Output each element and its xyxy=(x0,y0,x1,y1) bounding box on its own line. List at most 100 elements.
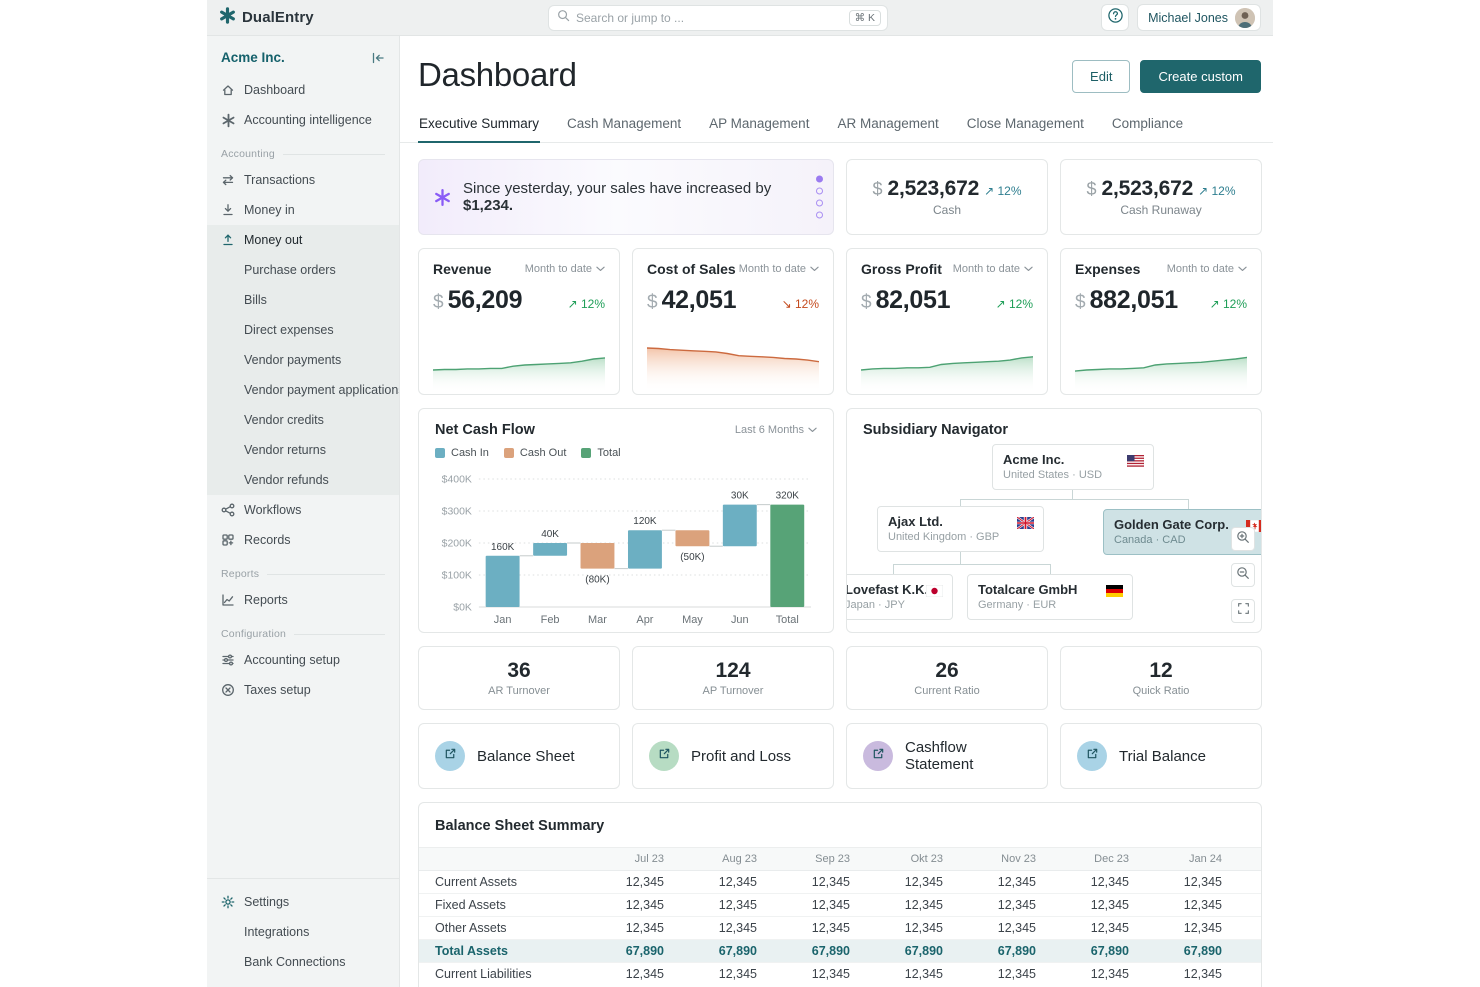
fullscreen-button[interactable] xyxy=(1231,599,1255,623)
period-selector[interactable]: Month to date xyxy=(739,263,819,275)
kpi-card-cash-runaway: $2,523,672↗ 12%Cash Runaway xyxy=(1060,159,1262,235)
metric-delta: ↘ 12% xyxy=(782,297,819,311)
balance-sheet-summary-title: Balance Sheet Summary xyxy=(419,803,1261,847)
sidebar-nav: DashboardAccounting intelligence Accounti… xyxy=(207,75,399,878)
sales-insight-banner: Since yesterday, your sales have increas… xyxy=(418,159,834,235)
org-connector xyxy=(960,552,961,564)
edit-button[interactable]: Edit xyxy=(1072,60,1130,93)
sidebar-section-configuration: Configuration xyxy=(207,623,399,645)
ratio-value: 124 xyxy=(715,659,750,683)
sidebar-item-workflows[interactable]: Workflows xyxy=(207,495,399,525)
external-link-icon xyxy=(872,747,885,765)
cell-value: 12,345 xyxy=(1240,871,1261,894)
create-custom-button[interactable]: Create custom xyxy=(1140,60,1261,93)
sidebar-item-accounting-setup[interactable]: Accounting setup xyxy=(207,645,399,675)
period-selector[interactable]: Month to date xyxy=(1167,263,1247,275)
org-node-ajax-ltd[interactable]: Ajax Ltd.United Kingdom · GBP xyxy=(877,506,1044,552)
global-search[interactable]: ⌘ K xyxy=(548,5,888,31)
report-link-profit-and-loss[interactable]: Profit and Loss xyxy=(632,723,834,789)
sidebar-item-label: Purchase orders xyxy=(244,263,336,277)
tab-cash-management[interactable]: Cash Management xyxy=(566,110,682,143)
tab-ar-management[interactable]: AR Management xyxy=(836,110,939,143)
metric-card-revenue: RevenueMonth to date$56,209↗ 12% xyxy=(418,248,620,395)
records-icon xyxy=(221,533,235,547)
cell-value: 67,890 xyxy=(961,940,1054,963)
cell-value: 12,345 xyxy=(961,894,1054,917)
cell-value: 12,345 xyxy=(682,917,775,940)
org-node-totalcare-gmbh[interactable]: Totalcare GmbHGermany · EUR xyxy=(967,574,1133,620)
carousel-dot[interactable] xyxy=(816,188,823,195)
table-row-fixed-assets: Fixed Assets12,34512,34512,34512,34512,3… xyxy=(419,894,1261,917)
user-menu[interactable]: Michael Jones xyxy=(1137,4,1261,31)
report-link-cashflow-statement[interactable]: Cashflow Statement xyxy=(846,723,1048,789)
sidebar-item-vendor-returns[interactable]: Vendor returns xyxy=(207,435,399,465)
metric-card-expenses: ExpensesMonth to date$882,051↗ 12% xyxy=(1060,248,1262,395)
svg-text:Apr: Apr xyxy=(636,614,653,626)
sidebar-item-purchase-orders[interactable]: Purchase orders xyxy=(207,255,399,285)
collapse-sidebar-icon[interactable] xyxy=(371,51,385,65)
org-connector xyxy=(1188,499,1189,509)
svg-text:30K: 30K xyxy=(731,491,749,502)
period-selector[interactable]: Month to date xyxy=(525,263,605,275)
sidebar-item-reports[interactable]: Reports xyxy=(207,585,399,615)
sidebar-item-transactions[interactable]: Transactions xyxy=(207,165,399,195)
sidebar-item-vendor-payment-applications[interactable]: Vendor payment applications xyxy=(207,375,399,405)
metric-value: 882,051 xyxy=(1090,286,1178,315)
zoom-in-button[interactable] xyxy=(1231,527,1255,551)
zoom-out-button[interactable] xyxy=(1231,563,1255,587)
sidebar-item-vendor-payments[interactable]: Vendor payments xyxy=(207,345,399,375)
report-link-trial-balance[interactable]: Trial Balance xyxy=(1060,723,1262,789)
ratio-value: 26 xyxy=(935,659,958,683)
help-button[interactable] xyxy=(1101,4,1129,31)
currency-symbol: $ xyxy=(647,292,658,314)
svg-text:160K: 160K xyxy=(491,542,515,553)
sidebar-item-settings[interactable]: Settings xyxy=(207,887,399,917)
sidebar-item-vendor-credits[interactable]: Vendor credits xyxy=(207,405,399,435)
report-link-balance-sheet[interactable]: Balance Sheet xyxy=(418,723,620,789)
carousel-dot[interactable] xyxy=(816,212,823,219)
sidebar-item-vendor-refunds[interactable]: Vendor refunds xyxy=(207,465,399,495)
org-switcher[interactable]: Acme Inc. xyxy=(221,50,285,65)
cell-value: 12,345 xyxy=(775,894,868,917)
sidebar-item-taxes-setup[interactable]: Taxes setup xyxy=(207,675,399,705)
sidebar-item-money-in[interactable]: Money in xyxy=(207,195,399,225)
svg-text:40K: 40K xyxy=(541,529,559,540)
tab-close-management[interactable]: Close Management xyxy=(966,110,1085,143)
cell-value: 67,890 xyxy=(868,940,961,963)
sidebar-item-accounting-intelligence[interactable]: Accounting intelligence xyxy=(207,105,399,135)
user-name: Michael Jones xyxy=(1148,11,1228,25)
dashboard-tabs: Executive Summary Cash Management AP Manag… xyxy=(400,110,1273,143)
sidebar-item-label: Accounting setup xyxy=(244,653,340,667)
sidebar-item-bills[interactable]: Bills xyxy=(207,285,399,315)
expenses-trend-chart xyxy=(1075,332,1247,394)
period-selector[interactable]: Last 6 Months xyxy=(735,424,817,436)
sparkle-icon xyxy=(435,190,450,205)
column-header: Nov 23 xyxy=(961,848,1054,871)
metric-value: 56,209 xyxy=(448,286,523,315)
column-header: Jul 23 xyxy=(589,848,682,871)
org-node-lovefast-k-k[interactable]: Lovefast K.K.Japan · JPY xyxy=(846,574,953,620)
sidebar-item-dashboard[interactable]: Dashboard xyxy=(207,75,399,105)
tab-ap-management[interactable]: AP Management xyxy=(708,110,810,143)
net-cash-flow-title: Net Cash Flow xyxy=(435,422,535,438)
cell-value: 12,345 xyxy=(1240,963,1261,986)
sidebar-item-direct-expenses[interactable]: Direct expenses xyxy=(207,315,399,345)
sidebar-item-money-out[interactable]: Money out xyxy=(207,225,399,255)
ratio-value: 36 xyxy=(507,659,530,683)
search-input[interactable] xyxy=(576,11,849,25)
tab-executive-summary[interactable]: Executive Summary xyxy=(418,110,540,143)
carousel-dot[interactable] xyxy=(816,200,823,207)
sidebar-item-label: Money out xyxy=(244,233,302,247)
legend-item-cash-in: Cash In xyxy=(435,447,489,459)
sidebar-item-bank-connections[interactable]: Bank Connections xyxy=(207,947,399,977)
dashboard-content: Since yesterday, your sales have increas… xyxy=(400,143,1273,987)
carousel-dot[interactable] xyxy=(816,176,823,183)
gross-profit-trend-chart xyxy=(861,332,1033,394)
sidebar-item-records[interactable]: Records xyxy=(207,525,399,555)
tab-compliance[interactable]: Compliance xyxy=(1111,110,1184,143)
org-node-acme-inc[interactable]: Acme Inc.United States · USD xyxy=(992,444,1154,490)
topbar: DualEntry ⌘ K Michael Jones xyxy=(207,0,1273,36)
period-selector[interactable]: Month to date xyxy=(953,263,1033,275)
ratio-card-ap-turnover: 124AP Turnover xyxy=(632,646,834,710)
sidebar-item-integrations[interactable]: Integrations xyxy=(207,917,399,947)
